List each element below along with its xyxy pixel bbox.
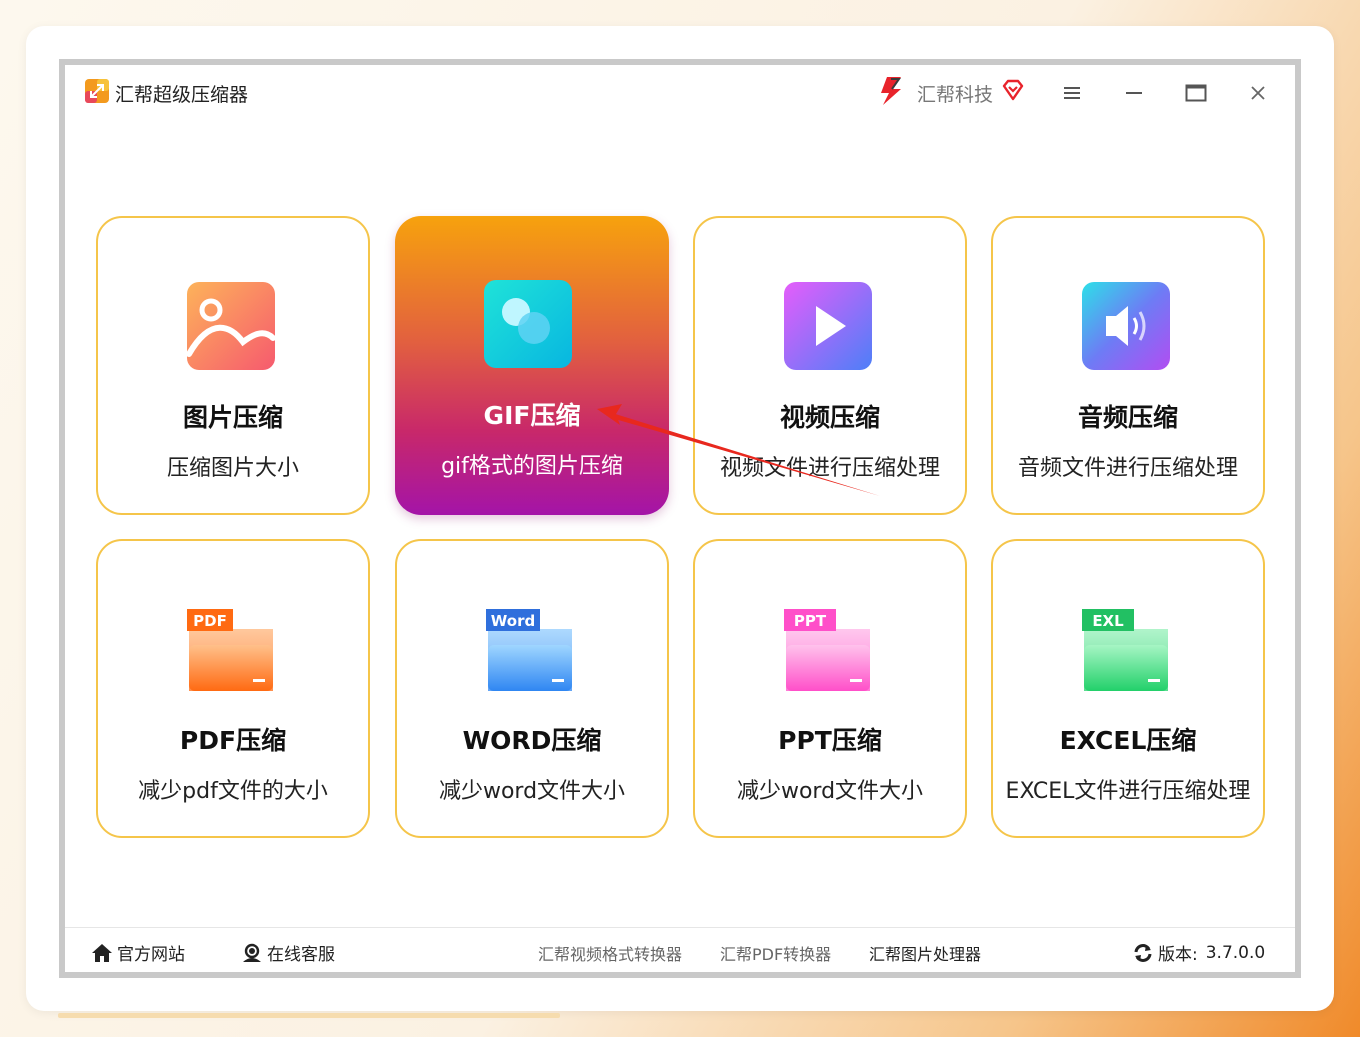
tile-desc: 减少word文件大小 [736, 779, 924, 804]
decorative-strip [58, 1013, 560, 1018]
title-bar: 汇帮超级压缩器 汇帮科技 [65, 65, 1295, 123]
website-label: 官方网站 [117, 945, 185, 965]
vip-diamond-icon[interactable] [1001, 78, 1025, 102]
tile-video-compress[interactable]: 视频压缩 视频文件进行压缩处理 [693, 216, 967, 515]
tile-desc: 压缩图片大小 [166, 456, 299, 481]
footer-link-pdf-converter[interactable]: 汇帮PDF转换器 [720, 941, 831, 965]
gif-icon [484, 280, 572, 368]
folder-badge: PDF [193, 612, 227, 630]
footer-link-label: 汇帮图片处理器 [869, 945, 982, 964]
tile-title: PPT压缩 [778, 726, 882, 755]
excel-folder-icon: EXL [1082, 609, 1168, 691]
image-icon [186, 282, 276, 370]
footer-link-label: 汇帮PDF转换器 [720, 945, 832, 964]
tile-image-compress[interactable]: 图片压缩 压缩图片大小 [96, 216, 370, 515]
website-link[interactable]: 官方网站 [91, 940, 185, 965]
close-button[interactable] [1241, 76, 1275, 110]
tile-desc: 减少word文件大小 [438, 779, 626, 804]
word-folder-icon: Word [486, 609, 572, 691]
tile-desc: 音频文件进行压缩处理 [1017, 456, 1238, 481]
maximize-icon [1185, 84, 1207, 102]
tile-title: WORD压缩 [462, 726, 602, 755]
footer-divider [65, 927, 1295, 928]
pdf-folder-icon: PDF [187, 609, 273, 691]
tile-desc: gif格式的图片压缩 [441, 454, 623, 479]
app-title: 汇帮超级压缩器 [115, 84, 249, 106]
app-logo-icon [85, 79, 109, 103]
audio-speaker-icon [1082, 282, 1170, 370]
tile-gif-compress[interactable]: GIF压缩 gif格式的图片压缩 [395, 216, 669, 515]
tile-word-compress[interactable]: Word WORD压缩 减少word文件大小 [395, 539, 669, 838]
minimize-button[interactable] [1117, 76, 1151, 110]
ppt-folder-icon: PPT [784, 609, 870, 691]
app-window: 汇帮超级压缩器 汇帮科技 图片压缩 压缩图片大小 GIF压缩 gif格式的图片压… [59, 59, 1301, 978]
tile-audio-compress[interactable]: 音频压缩 音频文件进行压缩处理 [991, 216, 1265, 515]
tile-title: 音频压缩 [1077, 403, 1178, 432]
tile-desc: 减少pdf文件的大小 [138, 779, 328, 804]
support-label: 在线客服 [267, 945, 335, 965]
folder-badge: PPT [794, 612, 827, 630]
menu-button[interactable] [1055, 76, 1089, 110]
footer-link-label: 汇帮视频格式转换器 [538, 945, 683, 964]
tile-title: 图片压缩 [182, 403, 283, 432]
close-icon [1251, 86, 1265, 100]
hamburger-icon [1064, 87, 1080, 99]
brand-logo-icon [881, 77, 901, 105]
tile-excel-compress[interactable]: EXL EXCEL压缩 EXCEL文件进行压缩处理 [991, 539, 1265, 838]
tile-title: GIF压缩 [483, 401, 581, 430]
maximize-button[interactable] [1179, 76, 1213, 110]
tile-ppt-compress[interactable]: PPT PPT压缩 减少word文件大小 [693, 539, 967, 838]
minimize-icon [1126, 92, 1142, 94]
version-label: 版本: [1158, 945, 1198, 965]
tile-pdf-compress[interactable]: PDF PDF压缩 减少pdf文件的大小 [96, 539, 370, 838]
refresh-icon [1134, 943, 1152, 962]
tile-title: EXCEL压缩 [1059, 726, 1197, 755]
version-number: 3.7.0.0 [1205, 942, 1266, 963]
support-link[interactable]: 在线客服 [241, 940, 335, 965]
tile-title: PDF压缩 [179, 726, 287, 755]
footer-link-image-processor[interactable]: 汇帮图片处理器 [869, 941, 981, 965]
version-info[interactable]: 版本: 3.7.0.0 [1132, 940, 1265, 965]
tile-title: 视频压缩 [779, 403, 880, 432]
home-icon [92, 943, 112, 962]
tile-desc: EXCEL文件进行压缩处理 [1005, 779, 1251, 804]
tile-desc: 视频文件进行压缩处理 [719, 456, 940, 481]
folder-badge: EXL [1092, 612, 1124, 630]
brand-name[interactable]: 汇帮科技 [917, 80, 993, 107]
video-play-icon [784, 282, 872, 370]
folder-badge: Word [491, 612, 535, 630]
customer-service-icon [243, 943, 261, 962]
footer-link-video-converter[interactable]: 汇帮视频格式转换器 [538, 941, 682, 965]
